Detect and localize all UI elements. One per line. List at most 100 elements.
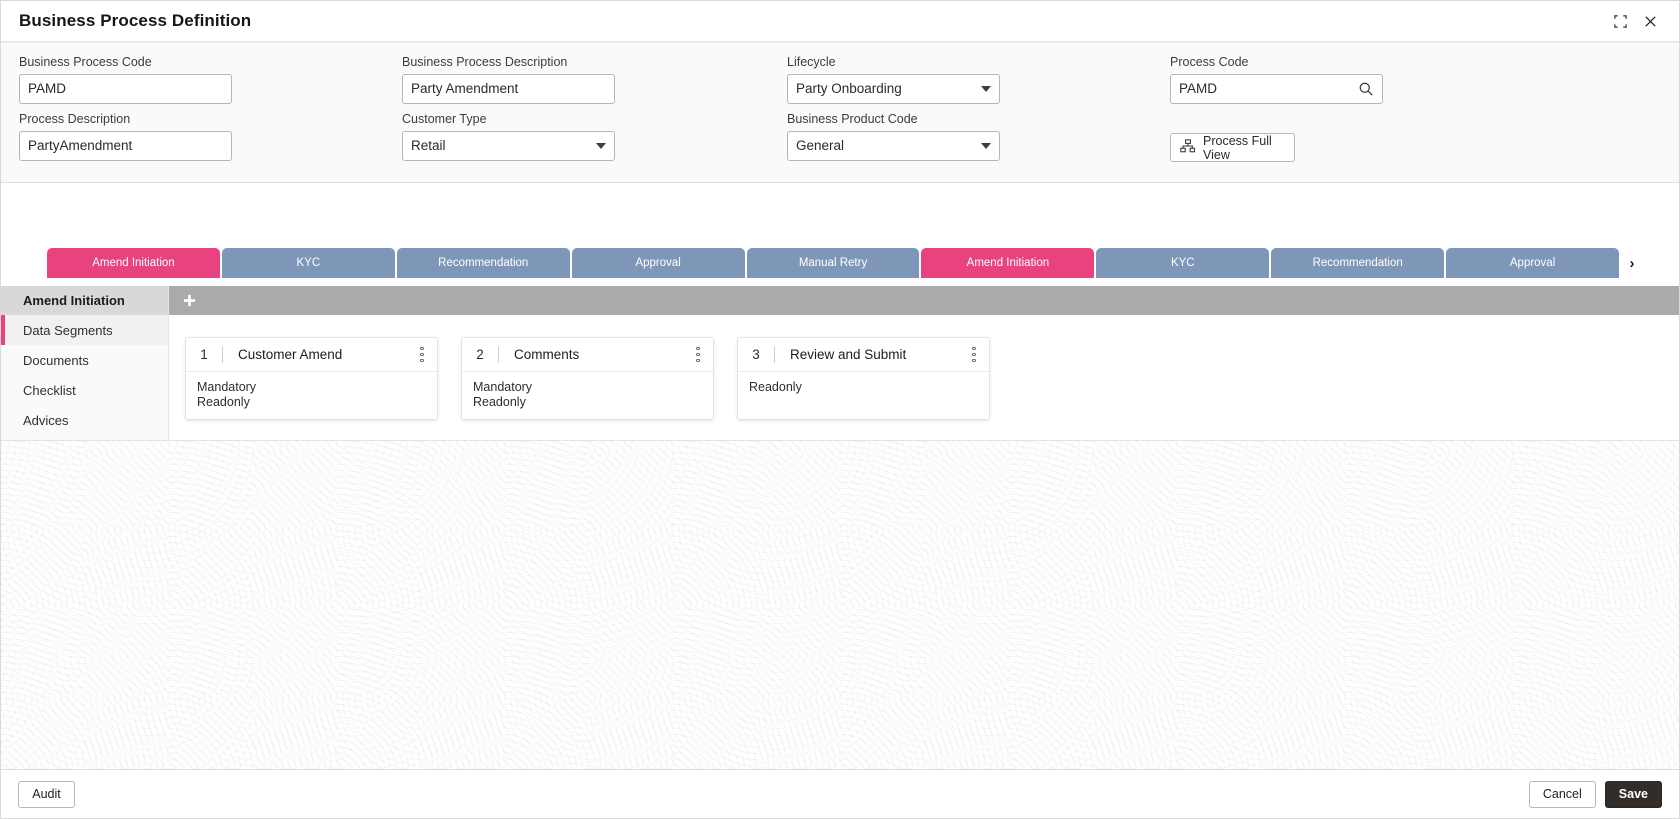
- stage-tab-amend-initiation-2[interactable]: Amend Initiation: [921, 248, 1095, 278]
- card-attribute: Mandatory: [473, 380, 533, 394]
- stage-tab-amend-initiation-1[interactable]: Amend Initiation: [47, 248, 220, 278]
- data-segments-toolbar: [169, 286, 1679, 315]
- stage-label: Manual Retry: [798, 257, 868, 269]
- process-full-view-button[interactable]: Process Full View: [1170, 133, 1295, 162]
- stage-tab-manual-retry[interactable]: Manual Retry: [746, 248, 920, 278]
- field-label: Customer Type: [402, 112, 487, 126]
- card-number: 1: [200, 347, 208, 362]
- footer-actions: Cancel Save: [1528, 780, 1662, 808]
- card-header: 1 Customer Amend: [186, 338, 437, 372]
- stage-detail-area: Amend Initiation Data Segments Documents…: [1, 285, 1679, 440]
- data-segment-cards: 1 Customer Amend Mandatory Readonly 2 Co…: [169, 315, 1679, 420]
- select-value: Party Onboarding: [796, 81, 902, 96]
- stage-label: KYC: [1170, 257, 1195, 269]
- card-title: Comments: [514, 347, 580, 362]
- process-canvas: [1, 440, 1679, 769]
- process-full-view-label: Process Full View: [1203, 133, 1272, 162]
- sidebar-item-label: Checklist: [23, 382, 76, 398]
- save-button[interactable]: Save: [1604, 780, 1662, 808]
- sidebar-item-label: Documents: [23, 352, 89, 368]
- customer-type-select[interactable]: Retail: [402, 131, 615, 161]
- collapse-icon[interactable]: [1605, 6, 1635, 36]
- card-number: 2: [476, 347, 484, 362]
- lifecycle-select[interactable]: Party Onboarding: [787, 74, 1000, 104]
- stage-tab-kyc-1[interactable]: KYC: [221, 248, 395, 278]
- business-process-code-input[interactable]: PAMD: [19, 74, 232, 104]
- window-titlebar: Business Process Definition: [1, 1, 1679, 42]
- page-title: Business Process Definition: [19, 11, 252, 30]
- sidebar-item-checklist[interactable]: Checklist: [1, 375, 168, 405]
- data-segment-card[interactable]: 1 Customer Amend Mandatory Readonly: [185, 337, 438, 420]
- kebab-menu-icon[interactable]: [689, 342, 707, 368]
- process-attributes-form: Business Process Code PAMD Business Proc…: [1, 42, 1679, 183]
- stage-tab-recommendation-2[interactable]: Recommendation: [1271, 248, 1445, 278]
- field-label: Business Process Code: [19, 55, 152, 69]
- card-attribute: Readonly: [473, 394, 526, 409]
- card-header: 3 Review and Submit: [738, 338, 989, 372]
- field-label: Lifecycle: [787, 55, 836, 69]
- sidebar-header: Amend Initiation: [1, 286, 168, 315]
- kebab-menu-icon[interactable]: [413, 342, 431, 368]
- field-process-description: Process Description PartyAmendment: [19, 112, 402, 162]
- data-segment-card[interactable]: 3 Review and Submit Readonly: [737, 337, 990, 420]
- select-value: Retail: [411, 138, 446, 153]
- field-process-code: Process Code PAMD: [1170, 55, 1661, 104]
- kebab-menu-icon[interactable]: [965, 342, 983, 368]
- stage-tab-strip: Amend Initiation KYC Recommendation Appr…: [1, 248, 1679, 285]
- card-number: 3: [752, 347, 760, 362]
- stage-next-arrow-icon[interactable]: ›: [1619, 248, 1645, 278]
- data-segment-card[interactable]: 2 Comments Mandatory Readonly: [461, 337, 714, 420]
- sidebar-item-data-segments[interactable]: Data Segments: [1, 315, 168, 345]
- field-business-process-description: Business Process Description Party Amend…: [402, 55, 787, 104]
- stage-label: Recommendation: [1312, 257, 1403, 269]
- card-title: Review and Submit: [790, 347, 907, 362]
- card-body: Mandatory Readonly: [462, 372, 713, 419]
- org-chart-icon: [1180, 139, 1196, 156]
- input-value: PartyAmendment: [28, 138, 133, 153]
- stage-tab-approval-1[interactable]: Approval: [571, 248, 745, 278]
- stage-label: Approval: [635, 257, 681, 269]
- field-customer-type: Customer Type Retail: [402, 112, 787, 162]
- field-lifecycle: Lifecycle Party Onboarding: [787, 55, 1170, 104]
- stage-label: Amend Initiation: [966, 257, 1050, 269]
- field-label: Process Code: [1170, 55, 1249, 69]
- card-body: Readonly: [738, 372, 989, 416]
- field-process-full-view: Process Full View: [1170, 112, 1661, 162]
- cancel-button[interactable]: Cancel: [1528, 780, 1596, 808]
- footer-toolbar: Audit Cancel Save: [1, 769, 1679, 818]
- card-attribute: Readonly: [749, 380, 802, 394]
- chevron-down-icon: [981, 86, 991, 92]
- field-label: Business Product Code: [787, 112, 918, 126]
- audit-button[interactable]: Audit: [18, 780, 75, 808]
- sidebar-item-advices[interactable]: Advices: [1, 405, 168, 435]
- business-product-code-select[interactable]: General: [787, 131, 1000, 161]
- card-attribute: Readonly: [197, 394, 250, 409]
- stage-label: Amend Initiation: [92, 257, 175, 269]
- field-business-process-code: Business Process Code PAMD: [19, 55, 402, 104]
- close-icon[interactable]: [1635, 6, 1665, 36]
- stage-label: KYC: [296, 257, 321, 269]
- field-label: Process Description: [19, 112, 131, 126]
- sidebar-item-label: Data Segments: [23, 322, 113, 338]
- chevron-down-icon: [981, 143, 991, 149]
- input-value: PAMD: [28, 81, 67, 96]
- stage-label: Approval: [1509, 257, 1556, 269]
- card-header: 2 Comments: [462, 338, 713, 372]
- plus-icon[interactable]: [178, 290, 200, 312]
- search-icon[interactable]: [1358, 81, 1374, 97]
- card-title: Customer Amend: [238, 347, 343, 362]
- stage-label: Recommendation: [438, 257, 529, 269]
- business-process-description-input[interactable]: Party Amendment: [402, 74, 615, 104]
- sidebar-item-documents[interactable]: Documents: [1, 345, 168, 375]
- field-business-product-code: Business Product Code General: [787, 112, 1170, 162]
- spacer-strip: [1, 183, 1679, 248]
- stage-tabs: Amend Initiation KYC Recommendation Appr…: [47, 248, 1619, 278]
- select-value: General: [796, 138, 845, 153]
- input-value: Party Amendment: [411, 81, 519, 96]
- process-code-input[interactable]: PAMD: [1170, 74, 1383, 104]
- stage-tab-approval-2[interactable]: Approval: [1446, 248, 1619, 278]
- stage-tab-recommendation-1[interactable]: Recommendation: [396, 248, 570, 278]
- process-description-input[interactable]: PartyAmendment: [19, 131, 232, 161]
- business-process-definition-window: Business Process Definition Business Pro…: [0, 0, 1680, 819]
- stage-tab-kyc-2[interactable]: KYC: [1096, 248, 1270, 278]
